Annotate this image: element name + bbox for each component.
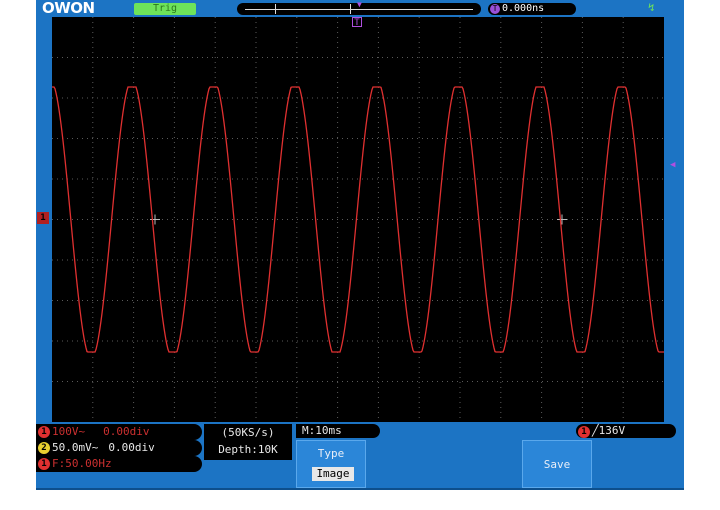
brand-logo: OWON (42, 0, 95, 17)
trigger-edge-icon: ╱ (592, 424, 599, 437)
acquisition-info: (50KS/s) Depth:10K (204, 424, 292, 460)
trigger-level: 136V (598, 424, 626, 437)
memory-position-bar: ▼ (237, 0, 481, 15)
softkey-menu: Type Image Save (294, 440, 684, 490)
type-value: Image (312, 467, 354, 481)
channel2-scale: 50.0mV~ (52, 441, 99, 454)
trigger-source-badge: 1 (578, 426, 590, 438)
timebase-readout: M:10ms (296, 424, 380, 438)
bottom-strip (36, 488, 684, 490)
horizontal-offset: T 0.000ns (488, 3, 576, 15)
graticule (52, 17, 664, 422)
channel1-scale: 100V~ (52, 425, 86, 438)
channel1-info: 1 100V~ 0.00div (36, 424, 202, 440)
trigger-level-icon: ◀ (670, 160, 676, 170)
frequency-info: 1 F:50.00Hz (36, 456, 202, 472)
trigger-info: 1 ╱136V (576, 424, 676, 438)
trigger-status: Trig (134, 3, 196, 15)
top-status-bar: OWON Trig ▼ T 0.000ns ↯ (36, 0, 684, 17)
save-button[interactable]: Save (522, 440, 592, 488)
type-label: Type (317, 447, 345, 460)
frequency-badge: 1 (38, 458, 50, 470)
type-button[interactable]: Type Image (296, 440, 366, 488)
waveform-screen (52, 17, 664, 422)
sample-rate: (50KS/s) (221, 426, 275, 439)
memory-window (275, 4, 351, 14)
memory-depth: Depth:10K (218, 443, 278, 456)
channel2-badge: 2 (38, 442, 50, 454)
channel1-position: 0.00div (103, 425, 150, 438)
channel2-info: 2 50.0mV~ 0.00div (36, 440, 202, 456)
frequency-value: F:50.00Hz (52, 457, 112, 470)
usb-icon: ↯ (648, 1, 655, 14)
oscilloscope-display: OWON Trig ▼ T 0.000ns ↯ T 1 ◀ 1 100V~ 0.00d… (36, 0, 684, 490)
trigger-point-icon: ▼ (357, 0, 362, 9)
channel1-ground-marker: 1 (37, 212, 49, 224)
time-offset-value: 0.000ns (502, 3, 545, 14)
channel2-position: 0.00div (108, 441, 155, 454)
channel1-badge: 1 (38, 426, 50, 438)
trigger-position-marker: T (352, 17, 362, 28)
time-offset-badge: T (490, 4, 500, 14)
